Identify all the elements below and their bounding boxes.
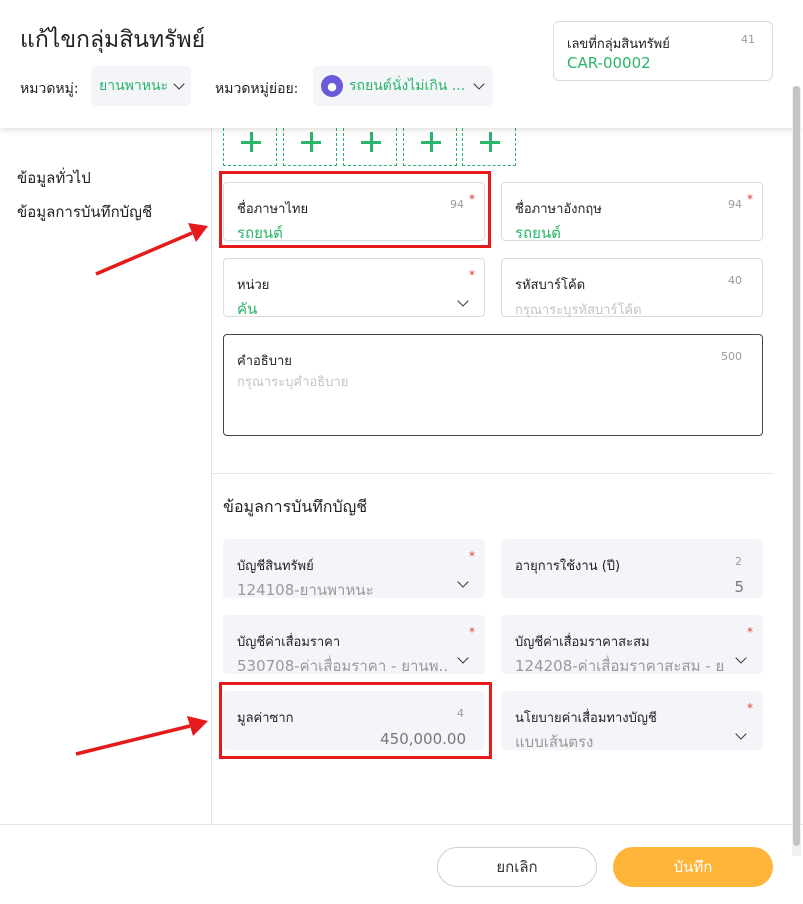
group-code-label: เลขที่กลุ่มสินทรัพย์ [567, 37, 670, 52]
chevron-down-icon [457, 576, 469, 588]
useful-life-label: อายุการใช้งาน (ปี) [515, 559, 621, 574]
depreciation-policy-value: แบบเส้นตรง [515, 733, 594, 751]
description-count: 500 [721, 350, 742, 363]
unit-select[interactable]: หน่วย * คัน [223, 258, 485, 318]
asset-account-label: บัญชีสินทรัพย์ [237, 559, 314, 574]
highlight-box-thai-name [219, 171, 491, 248]
scrollbar-thumb[interactable] [793, 86, 800, 846]
unit-label: หน่วย [237, 278, 270, 293]
subcategory-value: รถยนต์นั่งไม่เกิน ... [349, 78, 466, 94]
unit-value: คัน [237, 300, 258, 318]
barcode-count: 40 [728, 274, 742, 287]
depreciation-account-select[interactable]: บัญชีค่าเสื่อมราคา * 530708-ค่าเสื่อมราค… [223, 615, 485, 675]
accum-depreciation-account-label: บัญชีค่าเสื่อมราคาสะสม [515, 635, 650, 650]
subcategory-select[interactable]: ● รถยนต์นั่งไม่เกิน ... [313, 66, 493, 106]
depreciation-policy-select[interactable]: นโยบายค่าเสื่อมทางบัญชี * แบบเส้นตรง [501, 691, 763, 751]
category-label: หมวดหมู่: [20, 81, 79, 97]
required-mark: * [747, 625, 753, 639]
group-code-value: CAR-00002 [567, 54, 651, 72]
accounting-section-title: ข้อมูลการบันทึกบัญชี [223, 497, 368, 516]
chevron-down-icon [457, 295, 469, 307]
asset-account-value: 124108-ยานพาหนะ [237, 581, 374, 599]
chevron-down-icon [735, 652, 747, 664]
description-placeholder: กรุณาระบุคำอธิบาย [237, 375, 349, 390]
subcategory-label: หมวดหมู่ย่อย: [215, 81, 299, 97]
english-name-field[interactable]: ชื่อภาษาอังกฤษ 94 * รถยนต์ [501, 182, 763, 242]
group-code-field[interactable]: เลขที่กลุ่มสินทรัพย์ 41 CAR-00002 [553, 21, 773, 81]
useful-life-value: 5 [734, 578, 744, 596]
depreciation-account-value: 530708-ค่าเสื่อมราคา - ยานพ... [237, 657, 447, 675]
barcode-placeholder: กรุณาระบุรหัสบาร์โค้ด [515, 303, 642, 318]
accum-depreciation-account-select[interactable]: บัญชีค่าเสื่อมราคาสะสม * 124208-ค่าเสื่อ… [501, 615, 763, 675]
chevron-down-icon [735, 728, 747, 740]
description-label: คำอธิบาย [237, 354, 292, 369]
depreciation-account-label: บัญชีค่าเสื่อมราคา [237, 635, 341, 650]
highlight-box-salvage-value [219, 682, 492, 759]
group-code-count: 41 [741, 33, 755, 46]
annotation-arrow [95, 223, 208, 276]
category-select[interactable]: ยานพาหนะ [91, 66, 191, 106]
chevron-down-icon [173, 78, 185, 90]
depreciation-policy-label: นโยบายค่าเสื่อมทางบัญชี [515, 711, 657, 726]
scrollbar[interactable] [792, 86, 801, 856]
cancel-button[interactable]: ยกเลิก [437, 847, 597, 887]
modal-footer: ยกเลิก บันทึก [0, 824, 803, 904]
page-title: แก้ไขกลุ่มสินทรัพย์ [20, 27, 206, 53]
section-divider [212, 473, 773, 474]
required-mark: * [469, 549, 475, 563]
required-mark: * [747, 192, 753, 206]
required-mark: * [469, 625, 475, 639]
useful-life-count: 2 [735, 555, 742, 568]
barcode-field[interactable]: รหัสบาร์โค้ด 40 กรุณาระบุรหัสบาร์โค้ด [501, 258, 763, 318]
accum-depreciation-account-value: 124208-ค่าเสื่อมราคาสะสม - ย... [515, 657, 725, 675]
modal-header: แก้ไขกลุ่มสินทรัพย์ หมวดหมู่: ยานพาหนะ ห… [0, 0, 803, 128]
annotation-arrow [75, 716, 208, 756]
chevron-down-icon [473, 78, 485, 90]
english-name-value: รถยนต์ [515, 224, 561, 242]
useful-life-field[interactable]: อายุการใช้งาน (ปี) 2 5 [501, 539, 763, 598]
car-icon: ● [321, 75, 343, 97]
nav-item-general[interactable]: ข้อมูลทั่วไป [17, 166, 91, 190]
required-mark: * [469, 268, 475, 282]
save-button[interactable]: บันทึก [613, 847, 773, 887]
description-field[interactable]: คำอธิบาย 500 กรุณาระบุคำอธิบาย [223, 334, 763, 436]
english-name-label: ชื่อภาษาอังกฤษ [515, 202, 602, 217]
category-value: ยานพาหนะ [99, 78, 169, 94]
asset-account-select[interactable]: บัญชีสินทรัพย์ * 124108-ยานพาหนะ [223, 539, 485, 599]
required-mark: * [747, 701, 753, 715]
chevron-down-icon [457, 652, 469, 664]
english-name-count: 94 [728, 198, 742, 211]
barcode-label: รหัสบาร์โค้ด [515, 278, 586, 293]
